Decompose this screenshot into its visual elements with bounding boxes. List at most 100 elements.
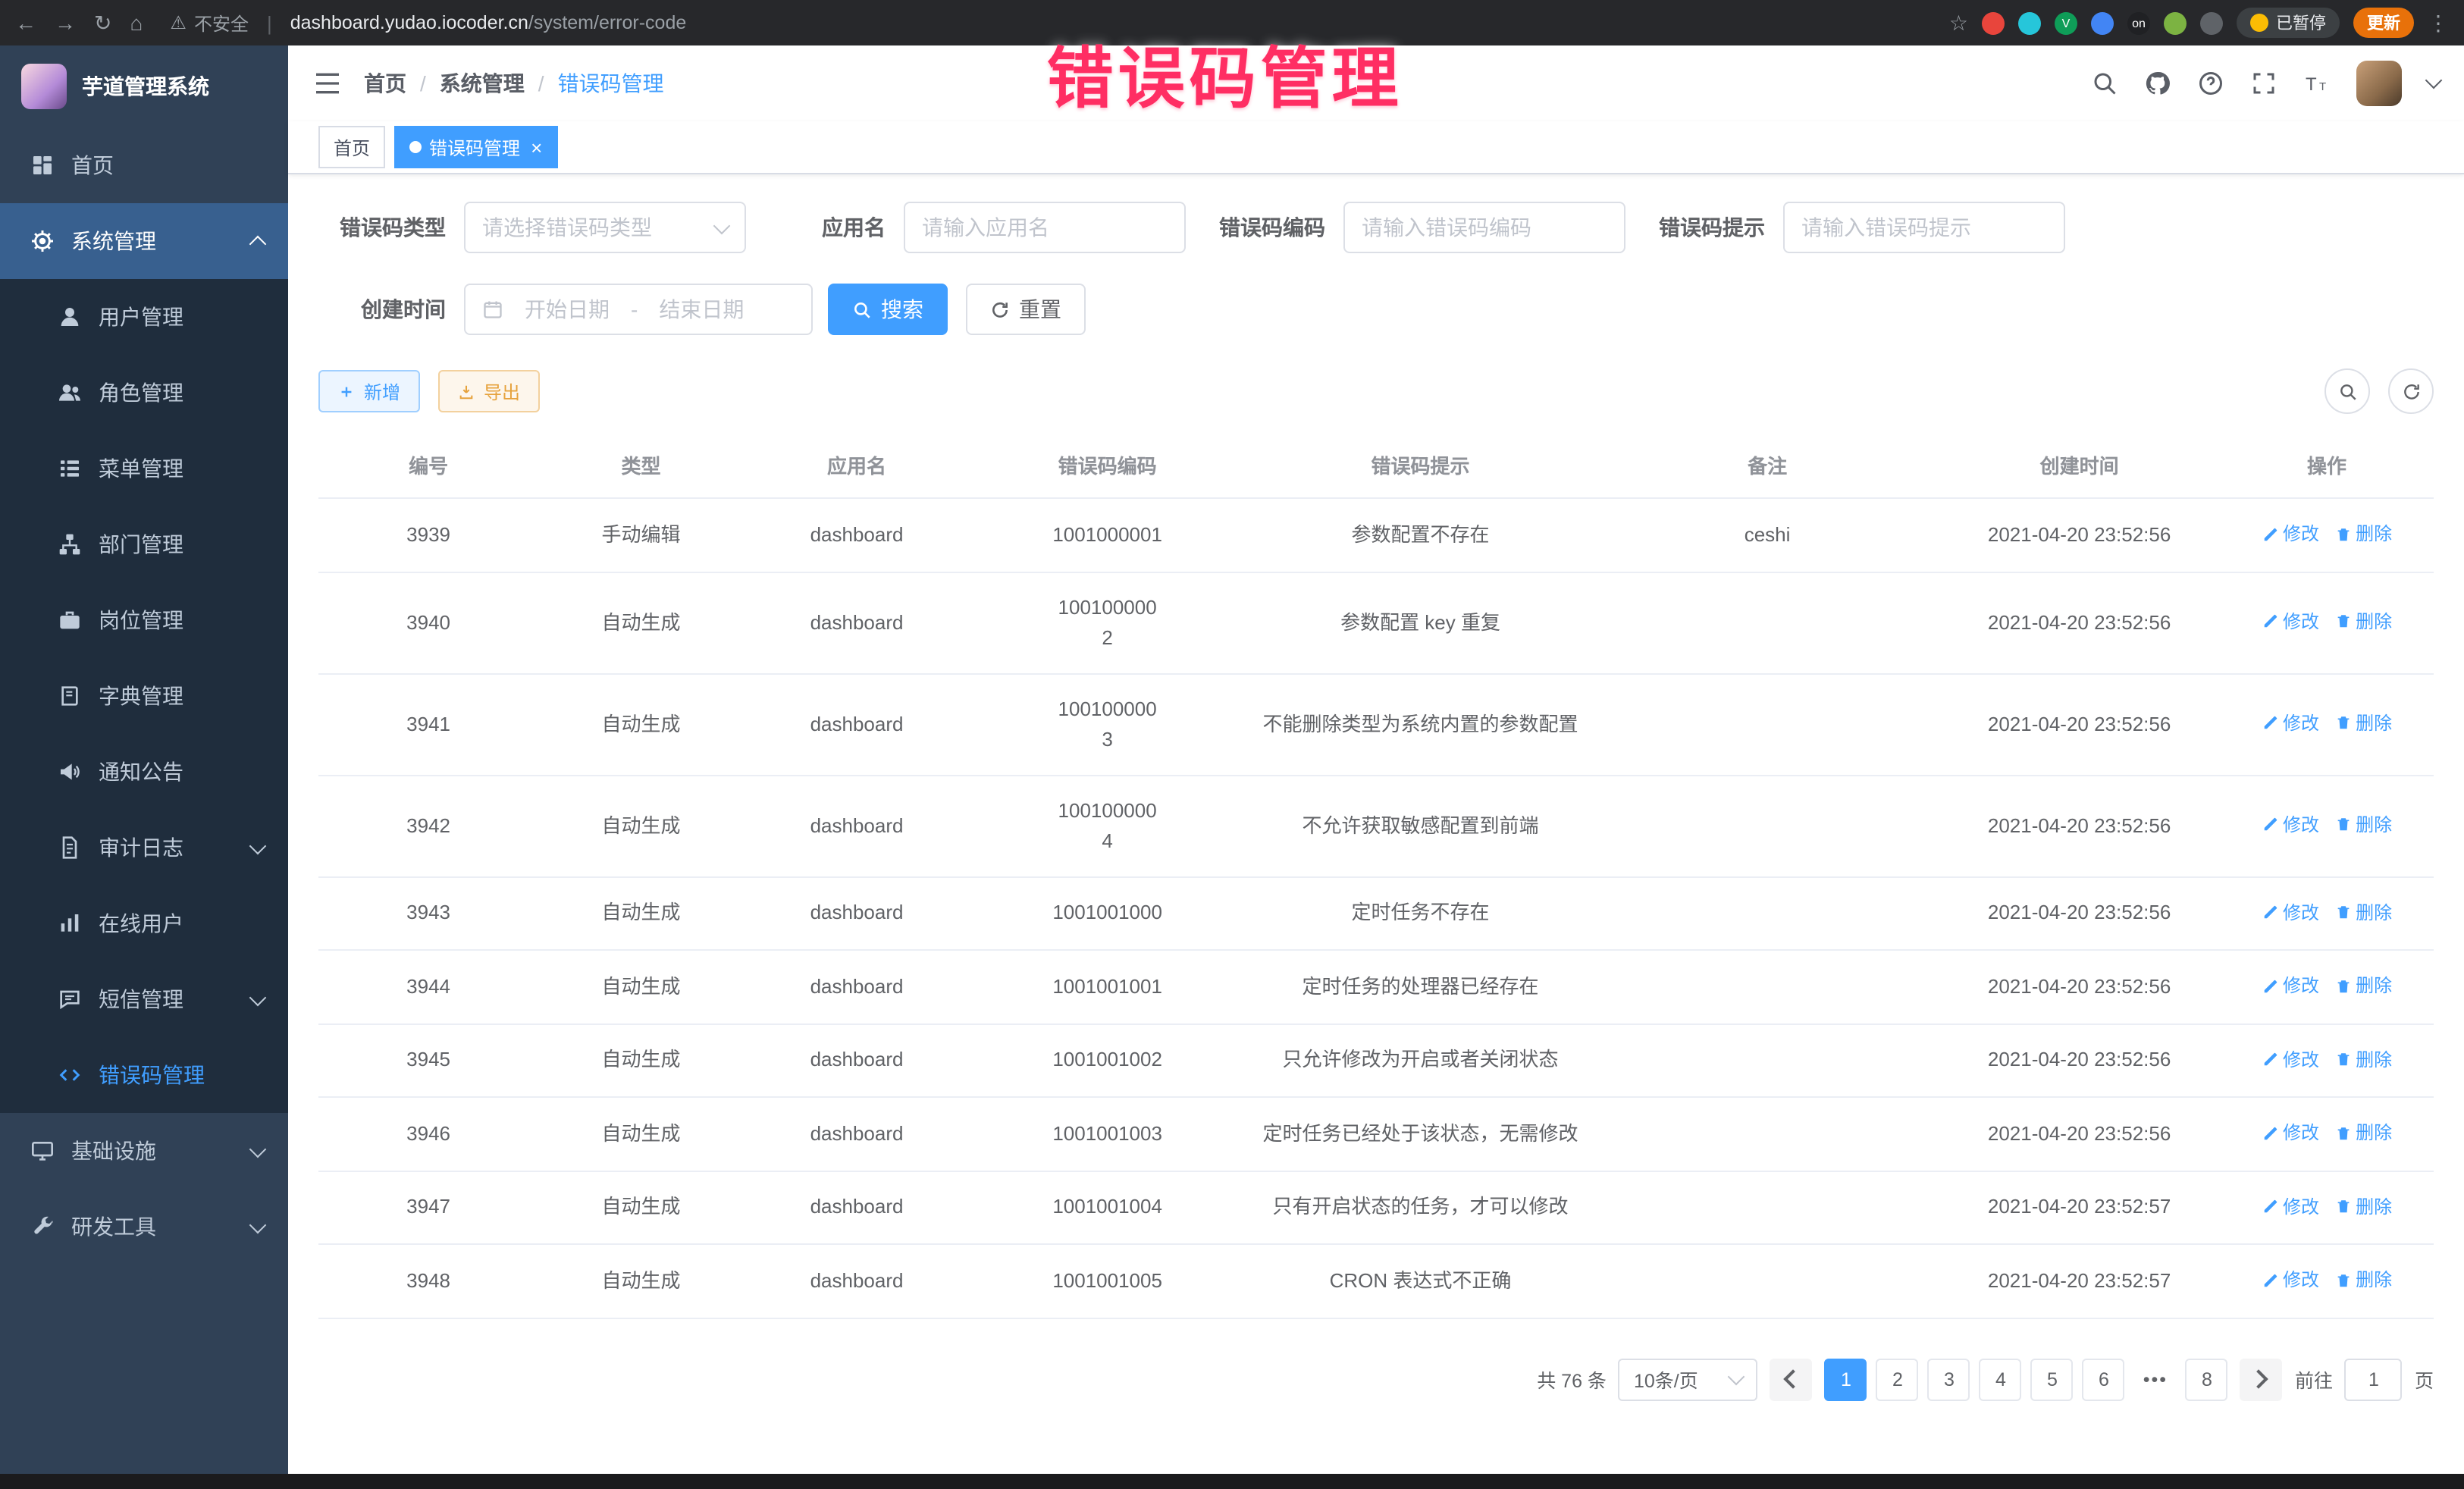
profile-avatar-icon bbox=[2250, 14, 2268, 32]
sidebar-item-notice[interactable]: 通知公告 bbox=[0, 734, 288, 810]
security-badge[interactable]: ⚠ 不安全 bbox=[170, 10, 249, 36]
sidebar-item-role[interactable]: 角色管理 bbox=[0, 355, 288, 431]
code-input[interactable] bbox=[1362, 215, 1607, 240]
extension-icon[interactable]: V bbox=[2055, 11, 2077, 34]
export-button[interactable]: 导出 bbox=[438, 370, 540, 412]
chevron-down-icon[interactable] bbox=[2425, 72, 2443, 89]
extension-icon[interactable] bbox=[2018, 11, 2041, 34]
warning-icon: ⚠ bbox=[170, 12, 187, 33]
tags-view: 首页错误码管理× bbox=[288, 121, 2464, 174]
edit-link[interactable]: 修改 bbox=[2262, 519, 2319, 549]
browser-menu-icon[interactable]: ⋮ bbox=[2428, 10, 2449, 36]
delete-link[interactable]: 删除 bbox=[2334, 970, 2392, 1001]
edit-link[interactable]: 修改 bbox=[2262, 1265, 2319, 1295]
tag-home[interactable]: 首页 bbox=[318, 126, 385, 168]
edit-link[interactable]: 修改 bbox=[2262, 970, 2319, 1001]
sidebar-item-infra[interactable]: 基础设施 bbox=[0, 1113, 288, 1189]
sidebar-item-menu[interactable]: 菜单管理 bbox=[0, 431, 288, 506]
edit-link[interactable]: 修改 bbox=[2262, 1191, 2319, 1221]
page-button-6[interactable]: 6 bbox=[2083, 1358, 2125, 1400]
breadcrumb-item-system[interactable]: 系统管理 bbox=[440, 68, 525, 99]
edit-link[interactable]: 修改 bbox=[2262, 1118, 2319, 1148]
edit-link[interactable]: 修改 bbox=[2262, 607, 2319, 637]
forward-icon[interactable]: → bbox=[55, 12, 76, 33]
delete-link[interactable]: 删除 bbox=[2334, 607, 2392, 637]
delete-link[interactable]: 删除 bbox=[2334, 1265, 2392, 1295]
fullscreen-icon[interactable] bbox=[2250, 70, 2277, 97]
logo[interactable]: 芋道管理系统 bbox=[0, 45, 288, 127]
extension-icon[interactable] bbox=[1982, 11, 2005, 34]
delete-link[interactable]: 删除 bbox=[2334, 810, 2392, 840]
sidebar-item-audit-log[interactable]: 审计日志 bbox=[0, 810, 288, 886]
github-icon[interactable] bbox=[2144, 70, 2171, 97]
sidebar-item-post[interactable]: 岗位管理 bbox=[0, 582, 288, 658]
edit-link[interactable]: 修改 bbox=[2262, 810, 2319, 840]
sidebar-item-dev-tools[interactable]: 研发工具 bbox=[0, 1189, 288, 1265]
dashboard-icon bbox=[30, 153, 55, 177]
extension-icon[interactable] bbox=[2091, 11, 2114, 34]
pagination-pages: 123456•••8 bbox=[1825, 1358, 2228, 1400]
app-input[interactable] bbox=[922, 215, 1168, 240]
hamburger-icon[interactable] bbox=[312, 68, 343, 99]
update-button[interactable]: 更新 bbox=[2353, 8, 2414, 38]
profile-paused-badge[interactable]: 已暂停 bbox=[2237, 8, 2340, 38]
delete-link[interactable]: 删除 bbox=[2334, 1118, 2392, 1148]
user-avatar[interactable] bbox=[2356, 61, 2402, 106]
chevron-down-icon bbox=[1729, 1368, 1746, 1386]
extension-icon[interactable] bbox=[2164, 11, 2187, 34]
next-page-button[interactable] bbox=[2240, 1358, 2283, 1400]
page-content: 错误码类型 请选择错误码类型 应用名 错误码编码 错误 bbox=[288, 174, 2464, 1489]
edit-link[interactable]: 修改 bbox=[2262, 1044, 2319, 1074]
refresh-table-button[interactable] bbox=[2388, 368, 2434, 414]
page-button-4[interactable]: 4 bbox=[1980, 1358, 2022, 1400]
table-header-row: 编号 类型 应用名 错误码编码 错误码提示 备注 创建时间 操作 bbox=[318, 432, 2434, 498]
delete-link[interactable]: 删除 bbox=[2334, 1191, 2392, 1221]
bookmark-star-icon[interactable]: ☆ bbox=[1949, 12, 1968, 33]
add-button[interactable]: 新增 bbox=[318, 370, 420, 412]
delete-link[interactable]: 删除 bbox=[2334, 897, 2392, 927]
help-icon[interactable] bbox=[2197, 70, 2224, 97]
extension-icon[interactable]: on bbox=[2127, 11, 2150, 34]
page-button-1[interactable]: 1 bbox=[1825, 1358, 1867, 1400]
sidebar-item-dict[interactable]: 字典管理 bbox=[0, 658, 288, 734]
sidebar-item-dept[interactable]: 部门管理 bbox=[0, 506, 288, 582]
page-button-3[interactable]: 3 bbox=[1928, 1358, 1970, 1400]
end-date-input[interactable] bbox=[647, 297, 756, 321]
breadcrumb-item-home[interactable]: 首页 bbox=[364, 68, 406, 99]
sidebar-item-sms[interactable]: 短信管理 bbox=[0, 961, 288, 1037]
page-size-select[interactable]: 10条/页 bbox=[1619, 1358, 1758, 1400]
address-bar[interactable]: dashboard.yudao.iocoder.cn/system/error-… bbox=[290, 12, 687, 33]
page-button-8[interactable]: 8 bbox=[2186, 1358, 2228, 1400]
page-button-2[interactable]: 2 bbox=[1876, 1358, 1919, 1400]
back-icon[interactable]: ← bbox=[15, 12, 36, 33]
edit-link[interactable]: 修改 bbox=[2262, 897, 2319, 927]
home-icon[interactable]: ⌂ bbox=[130, 12, 143, 33]
close-icon[interactable]: × bbox=[531, 137, 542, 157]
search-icon[interactable] bbox=[2091, 70, 2118, 97]
reset-button[interactable]: 重置 bbox=[966, 284, 1086, 335]
tag-error-code[interactable]: 错误码管理× bbox=[394, 126, 557, 168]
goto-page-input[interactable] bbox=[2345, 1358, 2403, 1400]
hint-input[interactable] bbox=[1801, 215, 2047, 240]
type-select[interactable]: 请选择错误码类型 bbox=[464, 202, 746, 253]
delete-icon bbox=[2334, 904, 2351, 920]
sidebar-item-online-user[interactable]: 在线用户 bbox=[0, 886, 288, 961]
toggle-search-button[interactable] bbox=[2324, 368, 2370, 414]
reload-icon[interactable]: ↻ bbox=[94, 12, 111, 33]
start-date-input[interactable] bbox=[513, 297, 622, 321]
font-size-icon[interactable]: TT bbox=[2303, 70, 2331, 97]
delete-link[interactable]: 删除 bbox=[2334, 519, 2392, 549]
sidebar-item-error-code[interactable]: 错误码管理 bbox=[0, 1037, 288, 1113]
sidebar-item-user[interactable]: 用户管理 bbox=[0, 279, 288, 355]
edit-link[interactable]: 修改 bbox=[2262, 708, 2319, 738]
date-range-picker[interactable]: - bbox=[464, 284, 813, 335]
prev-page-button[interactable] bbox=[1770, 1358, 1813, 1400]
page-button-5[interactable]: 5 bbox=[2031, 1358, 2074, 1400]
delete-link[interactable]: 删除 bbox=[2334, 708, 2392, 738]
sidebar-item-home[interactable]: 首页 bbox=[0, 127, 288, 203]
sidebar-item-system[interactable]: 系统管理 bbox=[0, 203, 288, 279]
extension-icon[interactable] bbox=[2200, 11, 2223, 34]
search-button[interactable]: 搜索 bbox=[828, 284, 948, 335]
delete-link[interactable]: 删除 bbox=[2334, 1044, 2392, 1074]
page-ellipsis[interactable]: ••• bbox=[2134, 1358, 2177, 1400]
